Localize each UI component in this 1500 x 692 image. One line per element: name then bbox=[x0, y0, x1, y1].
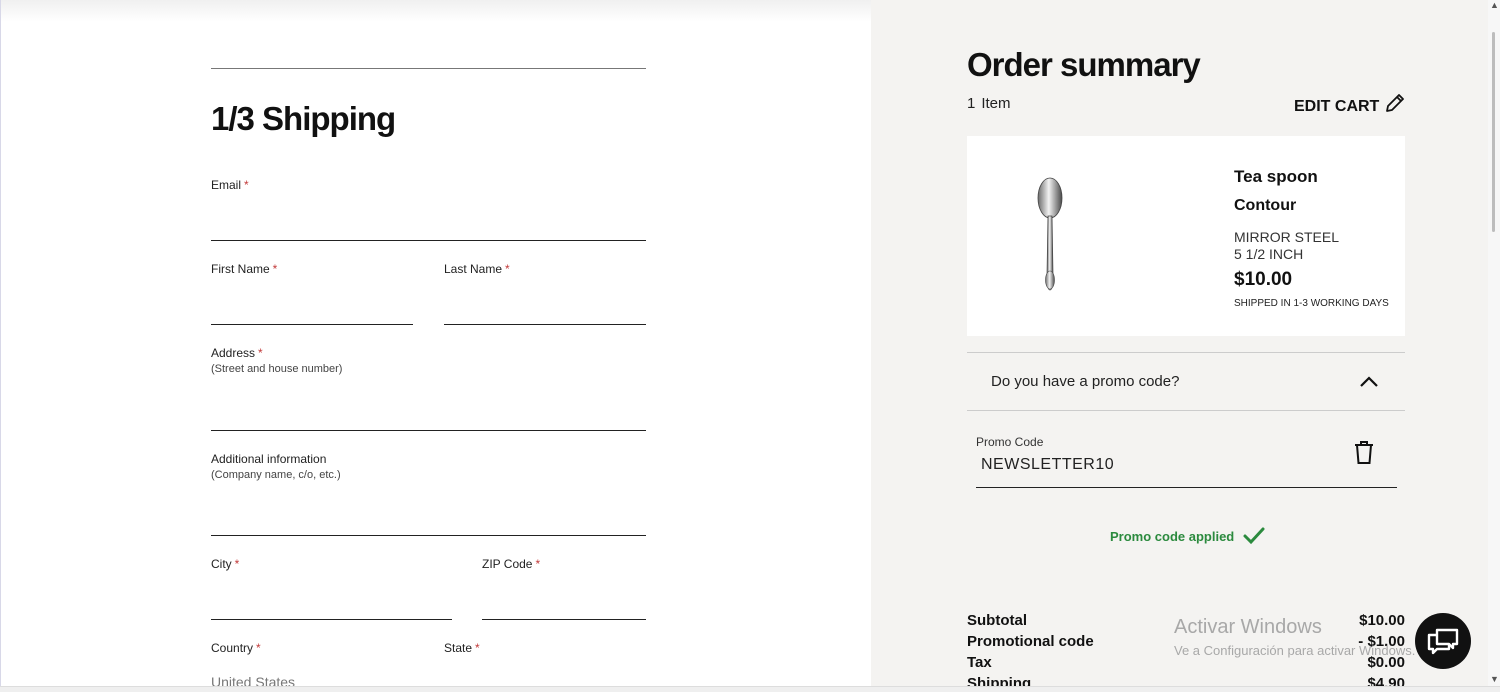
last-name-underline bbox=[444, 324, 646, 325]
additional-info-underline bbox=[211, 535, 646, 536]
product-price: $10.00 bbox=[1234, 269, 1293, 290]
chat-icon bbox=[1427, 628, 1459, 655]
city-field-group: City * bbox=[211, 557, 452, 621]
zip-field-group: ZIP Code * bbox=[482, 557, 646, 621]
state-label: State * bbox=[444, 641, 480, 655]
promo-applied-text: Promo code applied bbox=[1110, 528, 1235, 544]
top-shadow bbox=[1, 0, 872, 22]
spoon-product-image bbox=[1037, 177, 1063, 291]
promo-code-underline bbox=[976, 487, 1397, 488]
email-label: Email * bbox=[211, 178, 249, 192]
additional-info-input[interactable] bbox=[211, 502, 646, 530]
product-collection: Contour bbox=[1234, 197, 1297, 214]
city-input[interactable] bbox=[211, 587, 452, 615]
chevron-up-icon bbox=[1360, 376, 1378, 387]
zip-underline bbox=[482, 619, 646, 620]
last-name-field-group: Last Name * bbox=[444, 262, 646, 326]
state-field-group: State * bbox=[444, 641, 646, 661]
pencil-icon bbox=[1386, 94, 1405, 112]
scroll-down-arrow-icon[interactable]: ▼ bbox=[1490, 674, 1499, 684]
address-underline bbox=[211, 430, 646, 431]
watermark-line2: Ve a Configuración para activar Windows. bbox=[1174, 643, 1416, 658]
zip-input[interactable] bbox=[482, 587, 646, 615]
first-name-label: First Name * bbox=[211, 262, 278, 276]
first-name-input[interactable] bbox=[211, 292, 413, 320]
promo-discount-label: Promotional code bbox=[967, 633, 1094, 650]
promo-code-label: Promo Code bbox=[976, 435, 1044, 449]
product-size: 5 1/2 INCH bbox=[1234, 246, 1304, 262]
subtotal-label: Subtotal bbox=[967, 612, 1027, 629]
horizontal-scrollbar[interactable] bbox=[0, 686, 1500, 692]
country-label: Country * bbox=[211, 641, 261, 655]
summary-title: Order summary bbox=[967, 46, 1201, 83]
watermark-line1: Activar Windows bbox=[1174, 616, 1322, 638]
last-name-label: Last Name * bbox=[444, 262, 510, 276]
edit-cart-label: EDIT CART bbox=[1294, 98, 1380, 115]
product-shipping-note: SHIPPED IN 1-3 WORKING DAYS bbox=[1234, 298, 1389, 309]
tax-label: Tax bbox=[967, 654, 992, 671]
promo-code-input[interactable] bbox=[976, 456, 1346, 474]
address-field-group: Address * (Street and house number) bbox=[211, 346, 646, 432]
vertical-scrollbar[interactable]: ▲ ▼ bbox=[1488, 0, 1500, 686]
item-count-word: Item bbox=[981, 95, 1011, 112]
checkmark-icon bbox=[1243, 527, 1265, 545]
country-field-group: Country * bbox=[211, 641, 413, 661]
first-name-underline bbox=[211, 324, 413, 325]
email-input[interactable] bbox=[211, 208, 646, 236]
product-finish: MIRROR STEEL bbox=[1234, 229, 1340, 245]
email-underline bbox=[211, 240, 646, 241]
city-label: City * bbox=[211, 557, 240, 571]
last-name-input[interactable] bbox=[444, 292, 646, 320]
scrollbar-thumb[interactable] bbox=[1492, 32, 1495, 232]
additional-info-field-group: Additional information (Company name, c/… bbox=[211, 452, 646, 538]
city-underline bbox=[211, 619, 452, 620]
address-label: Address * bbox=[211, 346, 263, 360]
promo-code-question: Do you have a promo code? bbox=[991, 373, 1180, 390]
address-hint: (Street and house number) bbox=[211, 363, 343, 375]
edit-cart-button[interactable]: EDIT CART bbox=[1294, 90, 1407, 116]
promo-code-toggle[interactable]: Do you have a promo code? bbox=[967, 352, 1405, 411]
form-top-divider bbox=[211, 68, 646, 69]
promo-applied-status: Promo code applied bbox=[1110, 526, 1266, 546]
product-name: Tea spoon bbox=[1234, 167, 1318, 186]
item-count: 1 Item bbox=[967, 95, 1011, 112]
item-count-number: 1 bbox=[967, 95, 976, 112]
first-name-field-group: First Name * bbox=[211, 262, 413, 326]
form-title: 1/3 Shipping bbox=[211, 100, 396, 137]
scroll-up-arrow-icon[interactable]: ▲ bbox=[1490, 0, 1499, 10]
chat-button[interactable] bbox=[1415, 613, 1471, 669]
address-input[interactable] bbox=[211, 396, 646, 424]
email-field-group: Email * bbox=[211, 178, 646, 242]
zip-label: ZIP Code * bbox=[482, 557, 541, 571]
windows-activation-watermark: Activar Windows Ve a Configuración para … bbox=[1174, 616, 1415, 658]
additional-info-label: Additional information bbox=[211, 452, 327, 466]
additional-info-hint: (Company name, c/o, etc.) bbox=[211, 469, 341, 481]
trash-icon[interactable] bbox=[1353, 440, 1375, 466]
